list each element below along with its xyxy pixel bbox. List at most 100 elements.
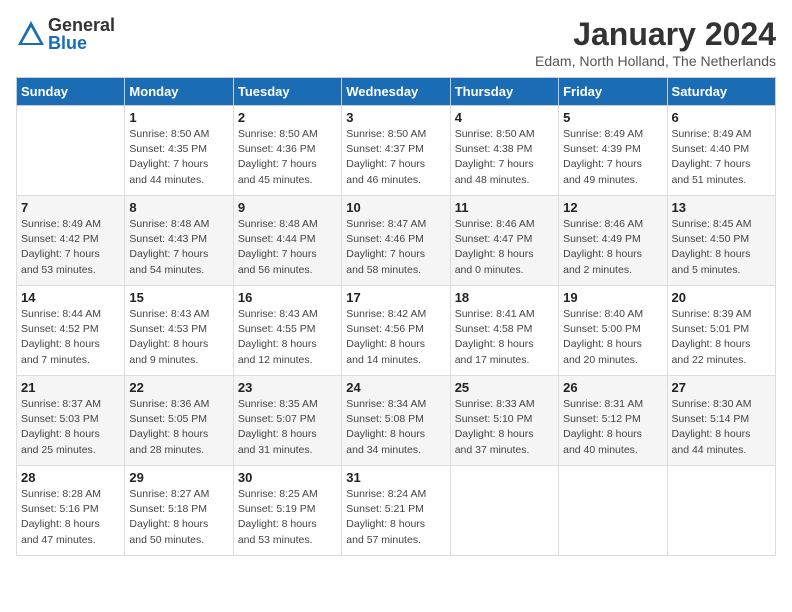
logo: General Blue — [16, 16, 115, 52]
calendar-cell: 10 Sunrise: 8:47 AMSunset: 4:46 PMDayligh… — [342, 196, 450, 286]
day-number: 18 — [455, 290, 554, 305]
day-info: Sunrise: 8:50 AMSunset: 4:37 PMDaylight:… — [346, 127, 445, 188]
day-info: Sunrise: 8:49 AMSunset: 4:42 PMDaylight:… — [21, 217, 120, 278]
day-number: 6 — [672, 110, 771, 125]
calendar-cell: 9 Sunrise: 8:48 AMSunset: 4:44 PMDaylight… — [233, 196, 341, 286]
calendar-cell: 15 Sunrise: 8:43 AMSunset: 4:53 PMDayligh… — [125, 286, 233, 376]
day-number: 23 — [238, 380, 337, 395]
day-number: 15 — [129, 290, 228, 305]
calendar-cell: 20 Sunrise: 8:39 AMSunset: 5:01 PMDayligh… — [667, 286, 775, 376]
day-number: 24 — [346, 380, 445, 395]
day-number: 27 — [672, 380, 771, 395]
header-day-friday: Friday — [559, 78, 667, 106]
calendar-cell: 26 Sunrise: 8:31 AMSunset: 5:12 PMDayligh… — [559, 376, 667, 466]
calendar-cell: 8Sunrise: 8:48 AMSunset: 4:43 PMDaylight… — [125, 196, 233, 286]
day-info: Sunrise: 8:43 AMSunset: 4:53 PMDaylight:… — [129, 307, 228, 368]
calendar-cell: 17Sunrise: 8:42 AMSunset: 4:56 PMDayligh… — [342, 286, 450, 376]
day-number: 30 — [238, 470, 337, 485]
day-number: 17 — [346, 290, 445, 305]
calendar-cell: 23Sunrise: 8:35 AMSunset: 5:07 PMDayligh… — [233, 376, 341, 466]
calendar-cell — [559, 466, 667, 556]
day-number: 5 — [563, 110, 662, 125]
day-number: 2 — [238, 110, 337, 125]
day-info: Sunrise: 8:50 AMSunset: 4:38 PMDaylight:… — [455, 127, 554, 188]
day-info: Sunrise: 8:50 AMSunset: 4:36 PMDaylight:… — [238, 127, 337, 188]
calendar-cell: 19 Sunrise: 8:40 AMSunset: 5:00 PMDayligh… — [559, 286, 667, 376]
day-info: Sunrise: 8:46 AMSunset: 4:47 PMDaylight:… — [455, 217, 554, 278]
calendar-cell: 30 Sunrise: 8:25 AMSunset: 5:19 PMDayligh… — [233, 466, 341, 556]
day-info: Sunrise: 8:37 AMSunset: 5:03 PMDaylight:… — [21, 397, 120, 458]
day-info: Sunrise: 8:47 AMSunset: 4:46 PMDaylight:… — [346, 217, 445, 278]
header-day-monday: Monday — [125, 78, 233, 106]
day-number: 28 — [21, 470, 120, 485]
calendar-cell: 2 Sunrise: 8:50 AMSunset: 4:36 PMDaylight… — [233, 106, 341, 196]
calendar-cell: 7 Sunrise: 8:49 AMSunset: 4:42 PMDaylight… — [17, 196, 125, 286]
calendar-cell: 29 Sunrise: 8:27 AMSunset: 5:18 PMDayligh… — [125, 466, 233, 556]
calendar-cell: 5 Sunrise: 8:49 AMSunset: 4:39 PMDaylight… — [559, 106, 667, 196]
logo-general-text: General — [48, 16, 115, 34]
day-info: Sunrise: 8:28 AMSunset: 5:16 PMDaylight:… — [21, 487, 120, 548]
calendar-cell: 28 Sunrise: 8:28 AMSunset: 5:16 PMDayligh… — [17, 466, 125, 556]
day-info: Sunrise: 8:27 AMSunset: 5:18 PMDaylight:… — [129, 487, 228, 548]
calendar-week-4: 21Sunrise: 8:37 AMSunset: 5:03 PMDayligh… — [17, 376, 776, 466]
day-number: 25 — [455, 380, 554, 395]
calendar-cell: 3 Sunrise: 8:50 AMSunset: 4:37 PMDaylight… — [342, 106, 450, 196]
calendar-week-2: 7 Sunrise: 8:49 AMSunset: 4:42 PMDaylight… — [17, 196, 776, 286]
calendar-body: 1Sunrise: 8:50 AMSunset: 4:35 PMDaylight… — [17, 106, 776, 556]
day-info: Sunrise: 8:44 AMSunset: 4:52 PMDaylight:… — [21, 307, 120, 368]
day-number: 14 — [21, 290, 120, 305]
calendar-cell: 27 Sunrise: 8:30 AMSunset: 5:14 PMDayligh… — [667, 376, 775, 466]
day-info: Sunrise: 8:41 AMSunset: 4:58 PMDaylight:… — [455, 307, 554, 368]
logo-blue-text: Blue — [48, 34, 115, 52]
day-number: 9 — [238, 200, 337, 215]
day-info: Sunrise: 8:49 AMSunset: 4:39 PMDaylight:… — [563, 127, 662, 188]
day-number: 12 — [563, 200, 662, 215]
day-number: 1 — [129, 110, 228, 125]
day-number: 26 — [563, 380, 662, 395]
calendar-cell: 12 Sunrise: 8:46 AMSunset: 4:49 PMDayligh… — [559, 196, 667, 286]
day-info: Sunrise: 8:48 AMSunset: 4:44 PMDaylight:… — [238, 217, 337, 278]
calendar-cell — [450, 466, 558, 556]
header: General Blue January 2024 Edam, North Ho… — [16, 16, 776, 69]
day-info: Sunrise: 8:39 AMSunset: 5:01 PMDaylight:… — [672, 307, 771, 368]
calendar-table: SundayMondayTuesdayWednesdayThursdayFrid… — [16, 77, 776, 556]
calendar-cell: 31Sunrise: 8:24 AMSunset: 5:21 PMDayligh… — [342, 466, 450, 556]
day-number: 20 — [672, 290, 771, 305]
day-info: Sunrise: 8:46 AMSunset: 4:49 PMDaylight:… — [563, 217, 662, 278]
calendar-cell: 25Sunrise: 8:33 AMSunset: 5:10 PMDayligh… — [450, 376, 558, 466]
calendar-week-5: 28 Sunrise: 8:28 AMSunset: 5:16 PMDayligh… — [17, 466, 776, 556]
day-number: 4 — [455, 110, 554, 125]
calendar-cell — [17, 106, 125, 196]
calendar-cell: 1Sunrise: 8:50 AMSunset: 4:35 PMDaylight… — [125, 106, 233, 196]
day-info: Sunrise: 8:48 AMSunset: 4:43 PMDaylight:… — [129, 217, 228, 278]
day-number: 29 — [129, 470, 228, 485]
day-number: 7 — [21, 200, 120, 215]
day-number: 19 — [563, 290, 662, 305]
calendar-cell: 14 Sunrise: 8:44 AMSunset: 4:52 PMDayligh… — [17, 286, 125, 376]
day-info: Sunrise: 8:40 AMSunset: 5:00 PMDaylight:… — [563, 307, 662, 368]
day-number: 22 — [129, 380, 228, 395]
header-day-sunday: Sunday — [17, 78, 125, 106]
header-day-wednesday: Wednesday — [342, 78, 450, 106]
header-day-tuesday: Tuesday — [233, 78, 341, 106]
day-number: 31 — [346, 470, 445, 485]
calendar-header-row: SundayMondayTuesdayWednesdayThursdayFrid… — [17, 78, 776, 106]
day-info: Sunrise: 8:49 AMSunset: 4:40 PMDaylight:… — [672, 127, 771, 188]
day-info: Sunrise: 8:36 AMSunset: 5:05 PMDaylight:… — [129, 397, 228, 458]
day-number: 10 — [346, 200, 445, 215]
calendar-week-3: 14 Sunrise: 8:44 AMSunset: 4:52 PMDayligh… — [17, 286, 776, 376]
day-info: Sunrise: 8:43 AMSunset: 4:55 PMDaylight:… — [238, 307, 337, 368]
calendar-cell: 13 Sunrise: 8:45 AMSunset: 4:50 PMDayligh… — [667, 196, 775, 286]
day-info: Sunrise: 8:30 AMSunset: 5:14 PMDaylight:… — [672, 397, 771, 458]
header-day-thursday: Thursday — [450, 78, 558, 106]
day-number: 16 — [238, 290, 337, 305]
day-number: 3 — [346, 110, 445, 125]
calendar-cell: 24Sunrise: 8:34 AMSunset: 5:08 PMDayligh… — [342, 376, 450, 466]
location-subtitle: Edam, North Holland, The Netherlands — [535, 53, 776, 69]
day-number: 13 — [672, 200, 771, 215]
day-info: Sunrise: 8:45 AMSunset: 4:50 PMDaylight:… — [672, 217, 771, 278]
day-info: Sunrise: 8:31 AMSunset: 5:12 PMDaylight:… — [563, 397, 662, 458]
logo-text: General Blue — [48, 16, 115, 52]
day-info: Sunrise: 8:25 AMSunset: 5:19 PMDaylight:… — [238, 487, 337, 548]
calendar-cell — [667, 466, 775, 556]
